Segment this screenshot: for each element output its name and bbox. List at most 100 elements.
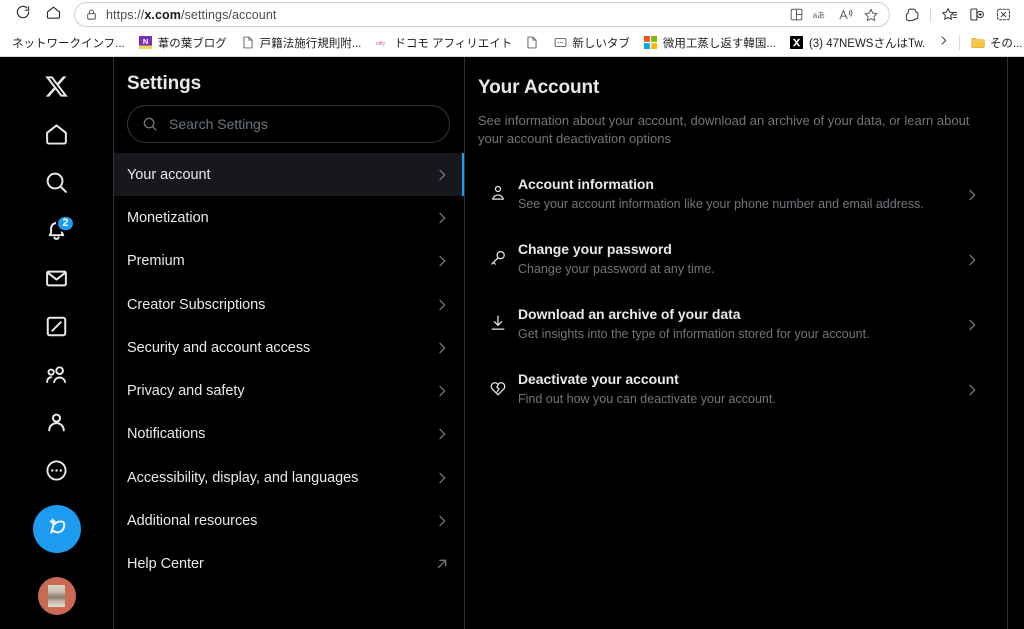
page-scrollbar[interactable] [1015, 57, 1024, 629]
settings-item-label: Help Center [127, 556, 204, 573]
settings-item-label: Security and account access [127, 339, 311, 356]
chevron-right-icon [434, 253, 450, 269]
detail-item-title: Account information [518, 175, 654, 192]
document-icon [241, 36, 255, 50]
detail-item-account-information[interactable]: Account information See your account inf… [478, 165, 980, 230]
sidebar-item-messages[interactable] [33, 257, 81, 305]
search-input[interactable] [169, 116, 435, 132]
copilot-icon[interactable] [899, 3, 925, 27]
settings-item-label: Accessibility, display, and languages [127, 469, 359, 486]
favorite-star-icon[interactable] [859, 4, 883, 26]
bookmark-item[interactable]: 戸籍法施行規則附... [234, 32, 369, 53]
sidebar-item-notifications[interactable]: Notifications [114, 413, 464, 456]
detail-item-title: Change your password [518, 240, 672, 257]
split-screen-icon[interactable] [784, 4, 808, 26]
compose-post-button[interactable] [32, 505, 81, 553]
bookmark-label: ドコモ アフィリエイト | N... [394, 37, 512, 50]
sidebar-item-grok[interactable] [33, 305, 81, 353]
document-icon [525, 36, 539, 50]
chevron-right-icon [434, 470, 450, 486]
reload-button[interactable] [8, 2, 38, 28]
settings-column: Settings Your account Mon [113, 57, 465, 629]
bookmark-label: 新しいタブ [572, 37, 630, 50]
sidebar-item-accessibility-display-and-languages[interactable]: Accessibility, display, and languages [114, 456, 464, 499]
translate-icon[interactable]: aあ [809, 4, 833, 26]
bookmark-item[interactable]: 新しいタブ [546, 32, 637, 53]
bookmark-label: ネットワークインフ... [12, 37, 125, 50]
home-button[interactable] [38, 2, 68, 28]
bookmarks-bar: ネットワークインフ... N 葦の葉ブログ 戸籍法施行規則附... nifty … [0, 29, 1024, 56]
bookmarks-folder[interactable]: その... [964, 32, 1024, 53]
sidebar-item-communities[interactable] [33, 353, 81, 401]
reload-icon [15, 4, 31, 25]
detail-content: Your Account See information about your … [465, 57, 1024, 425]
account-avatar[interactable] [37, 577, 76, 615]
bookmarks-overflow: その... [933, 32, 1024, 53]
settings-search-box[interactable] [127, 105, 450, 143]
sidebar-item-notifications[interactable]: 2 [33, 209, 81, 257]
new-tab-icon [553, 36, 567, 50]
read-aloud-icon[interactable] [834, 4, 858, 26]
collections-icon[interactable] [963, 3, 989, 27]
sidebar-item-security-and-account-access[interactable]: Security and account access [114, 326, 464, 369]
search-icon [142, 116, 158, 132]
url-text: https://x.com/settings/account [106, 7, 277, 22]
x-logo-icon [44, 74, 69, 104]
chevron-right-icon [434, 167, 450, 183]
x-logo-button[interactable] [33, 65, 81, 113]
sidebar-item-home[interactable] [33, 113, 81, 161]
sidebar-item-profile[interactable] [33, 401, 81, 449]
detail-item-download-archive[interactable]: Download an archive of your data Get ins… [478, 295, 980, 360]
bookmark-item[interactable] [518, 32, 546, 53]
sidebar-item-more[interactable] [33, 449, 81, 497]
sidebar-item-privacy-and-safety[interactable]: Privacy and safety [114, 369, 464, 412]
detail-item-title: Deactivate your account [518, 370, 679, 387]
sidebar-item-help-center[interactable]: Help Center [114, 543, 464, 586]
bookmark-label: (3) 47NEWSさんはTw... [808, 37, 926, 50]
sidebar-item-explore[interactable] [33, 161, 81, 209]
bookmark-item[interactable]: 微用工蒸し返す韓国... [637, 32, 783, 53]
address-bar[interactable]: https://x.com/settings/account aあ [74, 2, 890, 27]
favorites-icon[interactable] [936, 3, 962, 27]
settings-search-wrap [114, 105, 464, 153]
notifications-badge: 2 [56, 215, 75, 232]
browser-essentials-icon[interactable] [990, 3, 1016, 27]
settings-item-label: Premium [127, 253, 185, 270]
detail-item-deactivate-your-account[interactable]: Deactivate your account Find out how you… [478, 360, 980, 425]
x-app-page: 2 Settings Search Settings Your account … [0, 57, 1024, 629]
docomo-icon: nifty [375, 36, 389, 50]
bookmark-item[interactable]: N 葦の葉ブログ [132, 32, 234, 53]
sidebar-item-additional-resources[interactable]: Additional resources [114, 499, 464, 542]
chevron-right-icon [964, 370, 980, 398]
sidebar-item-creator-subscriptions[interactable]: Creator Subscriptions [114, 283, 464, 326]
settings-item-label: Monetization [127, 209, 209, 226]
detail-item-change-your-password[interactable]: Change your password Change your passwor… [478, 230, 980, 295]
avatar-image [48, 585, 65, 607]
settings-item-label: Your account [127, 166, 211, 183]
grok-icon [44, 314, 69, 344]
bookmark-item[interactable]: (3) 47NEWSさんはTw... [783, 32, 933, 53]
sidebar-item-your-account[interactable]: Your account [114, 153, 464, 197]
detail-item-subtitle: See your account information like your p… [518, 196, 924, 211]
right-column-divider [1007, 57, 1008, 629]
omnibox-icons: aあ [784, 4, 883, 26]
detail-item-body: Change your password Change your passwor… [518, 240, 964, 278]
bookmark-item[interactable]: nifty ドコモ アフィリエイト | N... [368, 32, 518, 53]
detail-pane: Your Account See information about your … [465, 57, 1024, 629]
sidebar-item-monetization[interactable]: Monetization [114, 196, 464, 239]
page-title: Settings [127, 73, 202, 94]
feather-plus-icon [45, 515, 69, 544]
chevron-right-icon [964, 240, 980, 268]
x-logo-icon [790, 36, 804, 50]
detail-item-subtitle: Change your password at any time. [518, 261, 715, 276]
chevron-right-icon [964, 305, 980, 333]
sidebar-item-premium[interactable]: Premium [114, 240, 464, 283]
bookmark-item[interactable]: ネットワークインフ... [5, 32, 132, 53]
detail-item-subtitle: Get insights into the type of informatio… [518, 326, 870, 341]
detail-item-body: Deactivate your account Find out how you… [518, 370, 964, 408]
more-circle-icon [44, 458, 69, 488]
browser-toolbar: https://x.com/settings/account aあ [0, 0, 1024, 29]
chevron-right-icon [434, 210, 450, 226]
home-icon [44, 122, 69, 152]
bookmarks-overflow-button[interactable] [933, 32, 955, 53]
